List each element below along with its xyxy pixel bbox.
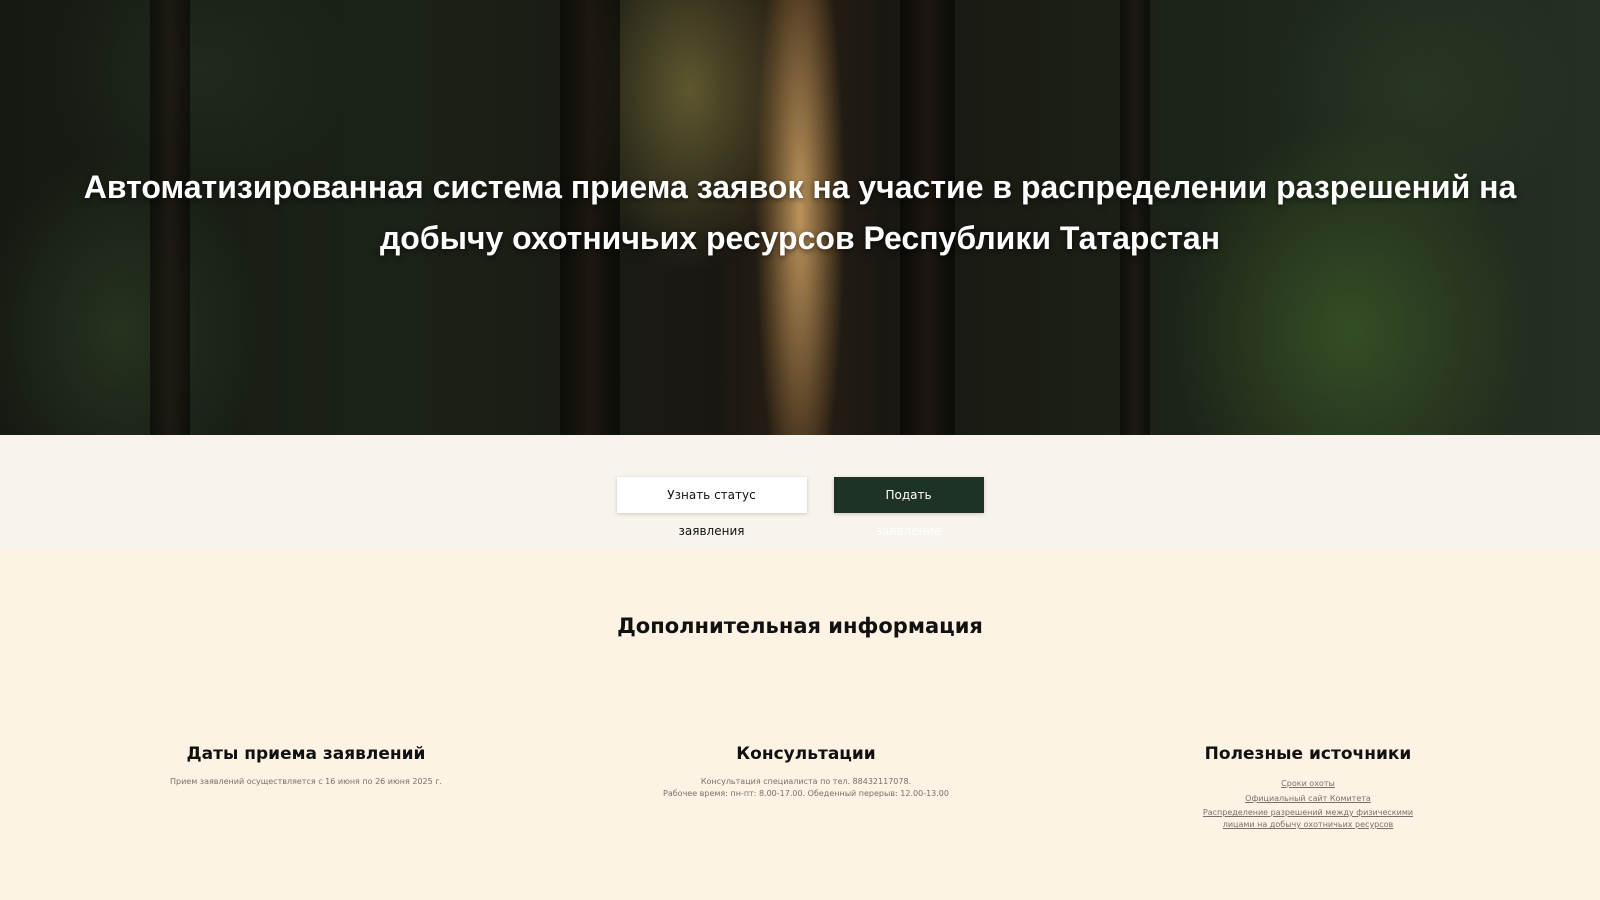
action-bar: Узнать статус заявления Подать заявление — [0, 435, 1600, 550]
additional-info-section: Дополнительная информация Даты приема за… — [0, 550, 1600, 900]
consultation-column: Консультации Консультация специалиста по… — [596, 744, 1016, 800]
dates-column: Даты приема заявлений Прием заявлений ос… — [96, 744, 516, 788]
page-title: Автоматизированная система приема заявок… — [83, 169, 1517, 256]
hunting-dates-link[interactable]: Сроки охоты — [1098, 776, 1518, 791]
dates-text: Прием заявлений осуществляется с 16 июня… — [170, 777, 442, 786]
consultation-phone: Консультация специалиста по тел. 8843211… — [700, 777, 912, 786]
section-heading: Дополнительная информация — [617, 614, 983, 638]
consultation-hours: Рабочее время: пн-пт: 8.00-17.00. Обеден… — [663, 789, 949, 798]
sources-title: Полезные источники — [1204, 744, 1412, 764]
check-status-button[interactable]: Узнать статус заявления — [616, 476, 807, 538]
committee-site-link[interactable]: Официальный сайт Комитета — [1098, 791, 1518, 806]
hero-banner: Автоматизированная система приема заявок… — [0, 0, 1600, 435]
dates-title: Даты приема заявлений — [186, 744, 426, 764]
consultation-title: Консультации — [736, 744, 876, 764]
permit-distribution-link[interactable]: Распределение разрешений между физически… — [1193, 807, 1423, 831]
sources-column: Полезные источники Сроки охоты Официальн… — [1098, 744, 1518, 831]
submit-application-button[interactable]: Подать заявление — [833, 476, 984, 538]
